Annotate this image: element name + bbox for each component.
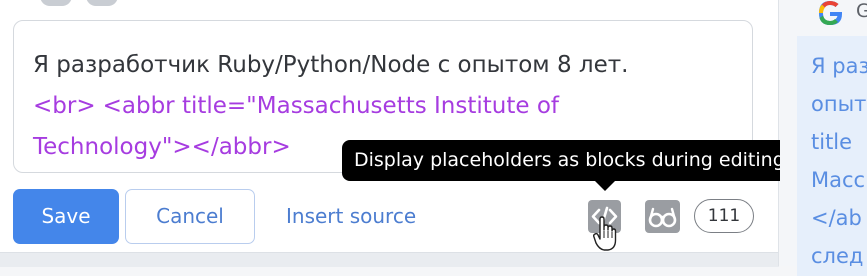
suggestion-line: Масс bbox=[811, 168, 866, 192]
insert-source-link[interactable]: Insert source bbox=[286, 189, 416, 244]
editor-line-1: Я разработчик Ruby/Python/Node с опытом … bbox=[33, 52, 629, 78]
abbr-tag-continuation: Technology"></abbr> bbox=[33, 134, 291, 160]
tooltip-arrow bbox=[594, 180, 616, 191]
cancel-button[interactable]: Cancel bbox=[125, 189, 255, 244]
google-label: G bbox=[856, 0, 867, 22]
suggestion-line: Я раз bbox=[811, 54, 867, 78]
suggestion-line: title bbox=[811, 130, 853, 154]
hand-pointer-cursor-icon bbox=[593, 216, 617, 251]
suggestion-line: </ab bbox=[811, 206, 862, 230]
suggestion-line: след bbox=[811, 244, 864, 268]
abbr-tag-placeholder: <abbr title="Massachusetts Institute of bbox=[102, 93, 560, 119]
preview-glasses-button[interactable] bbox=[645, 200, 680, 233]
save-button[interactable]: Save bbox=[13, 189, 119, 244]
character-count-badge: 111 bbox=[694, 199, 754, 233]
suggestion-line: опыт bbox=[811, 92, 867, 116]
bottom-strip bbox=[0, 252, 779, 267]
br-tag-placeholder: <br> bbox=[33, 93, 96, 119]
pane-divider bbox=[778, 0, 779, 266]
glasses-icon bbox=[648, 207, 677, 228]
google-logo-icon bbox=[819, 1, 842, 25]
